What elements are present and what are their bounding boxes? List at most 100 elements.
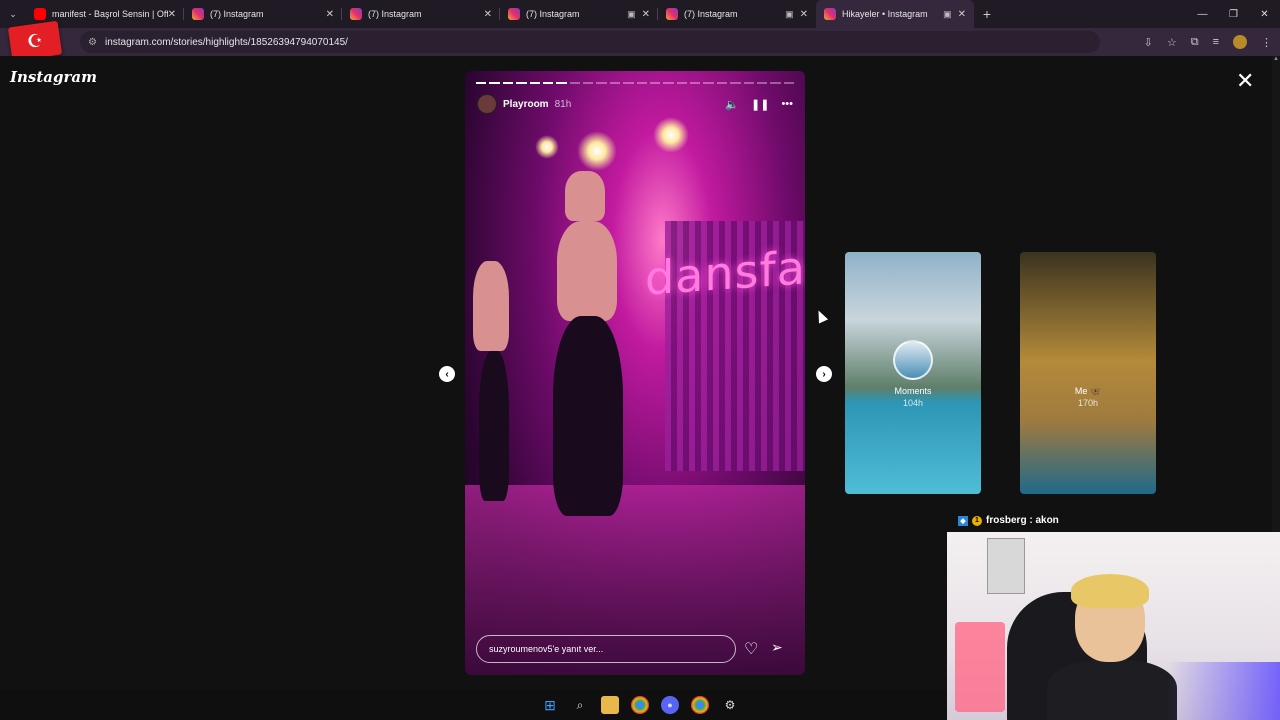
highlight-card-me[interactable]: Me 🦋 170h	[1020, 252, 1156, 494]
progress-segment	[690, 82, 701, 84]
highlight-title: Me 🦋	[1074, 386, 1102, 396]
story-progress-bar	[476, 82, 794, 84]
close-window-icon[interactable]: ✕	[1249, 0, 1280, 28]
previous-story-button[interactable]: ‹	[439, 366, 455, 382]
heart-icon[interactable]: ♡	[744, 639, 758, 659]
next-story-button[interactable]: ›	[816, 366, 832, 382]
tab-search-button[interactable]: ⌄	[0, 0, 26, 28]
pause-icon[interactable]: ❚❚	[751, 98, 769, 111]
profile-avatar[interactable]	[1233, 35, 1247, 49]
tab-title: (7) Instagram	[526, 9, 580, 19]
close-icon[interactable]: ✕	[326, 9, 334, 20]
story-controls: 🔈 ❚❚ •••	[725, 98, 793, 111]
progress-segment	[583, 82, 594, 84]
progress-segment	[609, 82, 621, 84]
story-reply-input[interactable]: suzyroumenov5'e yanıt ver...	[476, 635, 736, 663]
close-icon[interactable]: ✕	[484, 9, 492, 20]
media-icon[interactable]: ▣	[627, 9, 636, 20]
instagram-logo[interactable]: Instagram	[10, 68, 97, 86]
progress-segment	[716, 82, 728, 84]
progress-segment	[596, 82, 607, 84]
progress-segment	[649, 82, 661, 84]
progress-segment	[756, 82, 768, 84]
progress-segment	[529, 82, 540, 84]
browser-tab-5[interactable]: Hikayeler • Instagram ▣ ✕	[816, 0, 974, 28]
close-icon[interactable]: ✕	[958, 9, 966, 20]
story-timestamp: 81h	[554, 98, 572, 110]
tab-title: (7) Instagram	[684, 9, 738, 19]
streamer-hair	[1071, 574, 1149, 608]
url-text: instagram.com/stories/highlights/1852639…	[104, 36, 348, 48]
browser-tab-3[interactable]: (7) Instagram ▣ ✕	[500, 0, 658, 28]
close-story-button[interactable]: ✕	[1236, 70, 1254, 92]
app-icon[interactable]: ⚙	[721, 696, 739, 714]
story-neon-sign: dansfa	[645, 240, 805, 306]
story-avatar[interactable]	[477, 94, 497, 114]
media-icon[interactable]: ▣	[785, 9, 794, 20]
instagram-icon	[508, 8, 520, 20]
menu-icon[interactable]: ⋮	[1261, 36, 1272, 49]
mouse-cursor	[813, 308, 829, 324]
restore-icon[interactable]: ❐	[1218, 0, 1249, 28]
browser-tab-strip: ⌄ manifest - Başrol Sensin | Offici ✕ (7…	[0, 0, 1280, 28]
highlight-card-moments[interactable]: Moments 104h	[845, 252, 981, 494]
progress-segment	[569, 82, 580, 84]
highlight-time: 170h	[1077, 398, 1099, 408]
story-username[interactable]: Playroom	[503, 99, 549, 110]
file-explorer-icon[interactable]	[601, 696, 619, 714]
chrome-icon[interactable]	[631, 696, 649, 714]
chrome-icon[interactable]	[691, 696, 709, 714]
discord-icon[interactable]: ●	[661, 696, 679, 714]
sub-badge-icon: 1	[972, 515, 982, 526]
close-icon[interactable]: ✕	[642, 9, 650, 20]
close-icon[interactable]: ✕	[800, 9, 808, 20]
browser-tab-2[interactable]: (7) Instagram ✕	[342, 0, 500, 28]
browser-tab-1[interactable]: (7) Instagram ✕	[184, 0, 342, 28]
highlight-avatar	[893, 340, 933, 380]
stream-chat-line: ◆ 1 frosberg : akon	[958, 515, 1059, 526]
progress-segment	[730, 82, 741, 84]
close-icon[interactable]: ✕	[168, 9, 176, 20]
highlight-title: Moments	[894, 386, 932, 396]
instagram-icon	[192, 8, 204, 20]
progress-segment	[623, 82, 634, 84]
streamer-webcam	[947, 532, 1280, 720]
reply-placeholder: suzyroumenov5'e yanıt ver...	[489, 644, 604, 654]
backup-dancer-legs	[479, 351, 509, 501]
windows-start-icon[interactable]: ⊞	[541, 696, 559, 714]
story-viewer[interactable]: dansfa Playroom 81h 🔈 ❚❚ ••• suzyroumeno…	[465, 71, 805, 675]
instagram-icon	[350, 8, 362, 20]
browser-toolbar: ⇩ ☆ ⧉ ≡ ⋮	[1144, 28, 1272, 56]
progress-segment	[556, 82, 567, 84]
extensions-icon[interactable]: ⧉	[1191, 36, 1199, 49]
media-icon[interactable]: ▣	[943, 9, 952, 20]
url-input[interactable]: ⚙ instagram.com/stories/highlights/18526…	[80, 31, 1100, 53]
scroll-up-icon[interactable]: ▲	[1272, 56, 1280, 62]
site-info-icon[interactable]: ⚙	[88, 37, 97, 48]
background-shelf	[955, 622, 1005, 712]
progress-segment	[676, 82, 687, 84]
send-icon[interactable]: ➢	[771, 639, 783, 656]
progress-segment	[489, 82, 500, 84]
progress-segment	[476, 82, 487, 84]
bookmark-star-icon[interactable]: ☆	[1167, 36, 1177, 49]
wall-poster	[987, 538, 1025, 594]
progress-segment	[636, 82, 647, 84]
highlight-time: 104h	[902, 398, 924, 408]
window-controls: — ❐ ✕	[1187, 0, 1280, 28]
more-options-icon[interactable]: •••	[781, 98, 793, 110]
stage-light	[653, 117, 689, 153]
browser-tab-4[interactable]: (7) Instagram ▣ ✕	[658, 0, 816, 28]
tab-title: (7) Instagram	[210, 9, 264, 19]
media-controls-icon[interactable]: ≡	[1213, 36, 1219, 48]
stage-light	[577, 131, 617, 171]
tab-title: Hikayeler • Instagram	[842, 9, 928, 19]
dancer-torso	[557, 221, 617, 321]
search-icon[interactable]: ⌕	[571, 696, 589, 714]
new-tab-button[interactable]: +	[974, 6, 1000, 22]
minimize-icon[interactable]: —	[1187, 0, 1218, 28]
volume-icon[interactable]: 🔈	[725, 98, 739, 111]
story-header: Playroom 81h 🔈 ❚❚ •••	[477, 93, 793, 115]
progress-segment	[663, 82, 674, 84]
install-icon[interactable]: ⇩	[1144, 36, 1153, 49]
